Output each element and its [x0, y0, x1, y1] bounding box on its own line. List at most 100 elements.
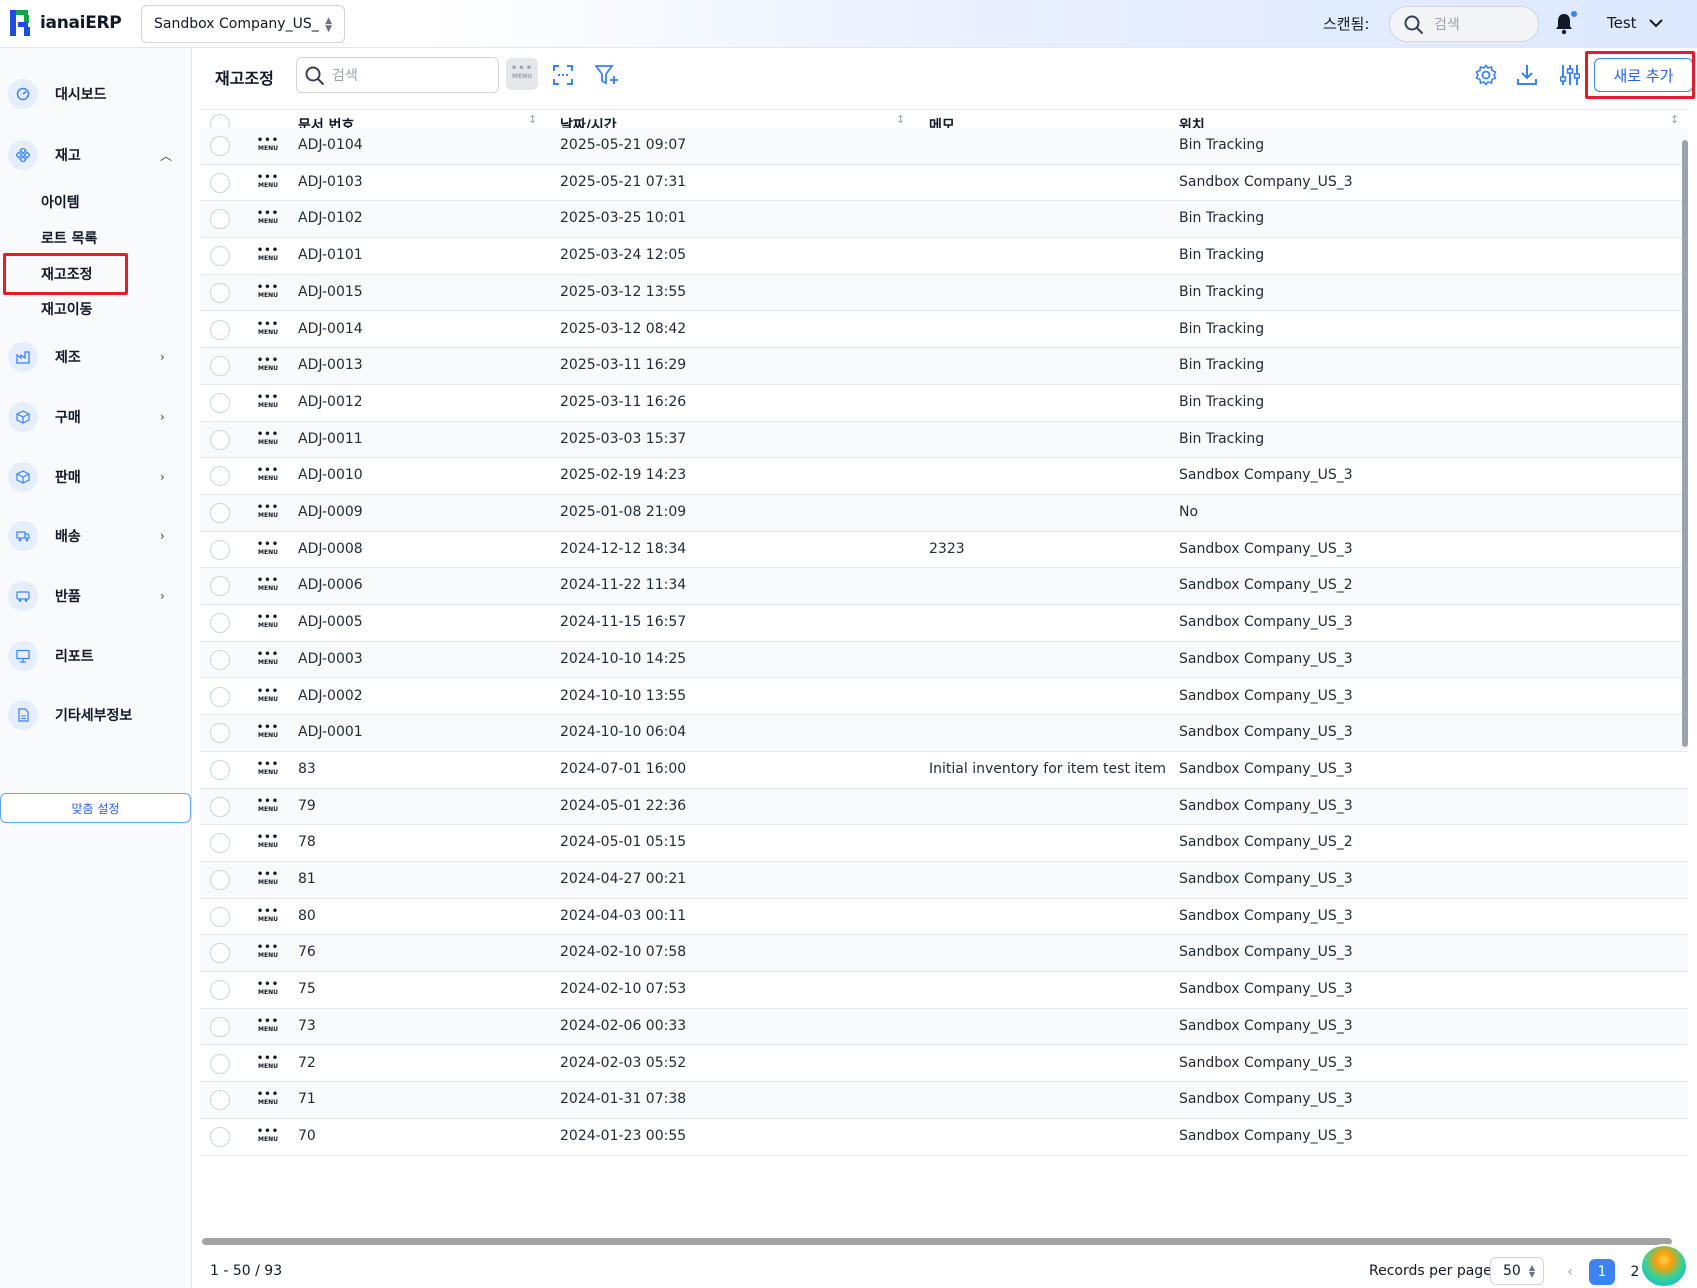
row-checkbox[interactable]	[210, 576, 230, 597]
table-row[interactable]: ••• MENU ADJ-0001 2024-10-10 06:04 Sandbox C…	[200, 715, 1688, 752]
cell-doc-number[interactable]: 70	[298, 1128, 316, 1144]
cell-doc-number[interactable]: ADJ-0011	[298, 431, 363, 447]
row-checkbox[interactable]	[210, 466, 230, 487]
table-row[interactable]: ••• MENU ADJ-0014 2025-03-12 08:42 Bin Track…	[200, 312, 1688, 349]
table-row[interactable]: ••• MENU ADJ-0015 2025-03-12 13:55 Bin Track…	[200, 274, 1688, 312]
sliders-icon[interactable]	[1560, 64, 1580, 86]
row-menu-button[interactable]: ••• MENU	[256, 172, 280, 194]
search-menu-button[interactable]: ••• MENU	[506, 58, 538, 90]
scan-icon[interactable]	[553, 65, 573, 85]
cell-doc-number[interactable]: ADJ-0009	[298, 504, 363, 520]
row-menu-button[interactable]: ••• MENU	[256, 319, 280, 341]
row-checkbox[interactable]	[210, 172, 230, 193]
sidebar-item-purchasing[interactable]: 구매 ›	[0, 397, 192, 437]
table-row[interactable]: ••• MENU ADJ-0010 2025-02-19 14:23 Sandbox C…	[200, 458, 1688, 495]
table-row[interactable]: ••• MENU ADJ-0003 2024-10-10 14:25 Sandbox C…	[200, 641, 1688, 679]
cell-doc-number[interactable]: ADJ-0002	[298, 688, 363, 704]
table-row[interactable]: ••• MENU 70 2024-01-23 00:55 Sandbox Company…	[200, 1119, 1688, 1156]
user-name[interactable]: Test	[1607, 14, 1637, 32]
row-checkbox[interactable]	[210, 209, 230, 230]
gear-icon[interactable]	[1475, 64, 1497, 86]
row-menu-button[interactable]: ••• MENU	[256, 503, 280, 524]
row-menu-button[interactable]: ••• MENU	[256, 686, 280, 708]
row-checkbox[interactable]	[210, 429, 230, 450]
table-row[interactable]: ••• MENU 78 2024-05-01 05:15 Sandbox Company…	[200, 825, 1688, 862]
table-row[interactable]: ••• MENU 80 2024-04-03 00:11 Sandbox Company…	[200, 899, 1688, 936]
cell-doc-number[interactable]: 71	[298, 1091, 316, 1107]
list-search-input[interactable]: 검색	[296, 57, 499, 93]
row-checkbox[interactable]	[210, 870, 230, 890]
table-row[interactable]: ••• MENU 72 2024-02-03 05:52 Sandbox Company…	[200, 1046, 1688, 1083]
cell-doc-number[interactable]: ADJ-0101	[298, 247, 363, 263]
cell-doc-number[interactable]: 78	[298, 834, 316, 850]
row-menu-button[interactable]: ••• MENU	[256, 1053, 280, 1075]
row-menu-button[interactable]: ••• MENU	[256, 209, 280, 230]
cell-doc-number[interactable]: ADJ-0006	[298, 577, 363, 593]
table-row[interactable]: ••• MENU ADJ-0008 2024-12-12 18:34 2323 Sandb…	[200, 532, 1688, 569]
cell-doc-number[interactable]: 72	[298, 1055, 316, 1071]
cell-doc-number[interactable]: 75	[298, 981, 316, 997]
table-row[interactable]: ••• MENU 81 2024-04-27 00:21 Sandbox Company…	[200, 862, 1688, 899]
row-checkbox[interactable]	[210, 1016, 230, 1037]
table-row[interactable]: ••• MENU ADJ-0009 2025-01-08 21:09 No	[200, 495, 1688, 532]
cell-doc-number[interactable]: 81	[298, 871, 316, 887]
row-checkbox[interactable]	[210, 539, 230, 560]
cell-doc-number[interactable]: 76	[298, 944, 316, 960]
page-button-current[interactable]: 1	[1589, 1259, 1615, 1285]
cell-doc-number[interactable]: ADJ-0005	[298, 614, 363, 630]
row-menu-button[interactable]: ••• MENU	[256, 796, 280, 818]
sidebar-subitem-lots[interactable]: 로트 목록	[41, 228, 97, 248]
table-row[interactable]: ••• MENU 71 2024-01-31 07:38 Sandbox Company…	[200, 1082, 1688, 1119]
cell-doc-number[interactable]: ADJ-0003	[298, 651, 363, 667]
row-menu-button[interactable]: ••• MENU	[256, 1016, 280, 1038]
row-menu-button[interactable]: ••• MENU	[256, 759, 280, 781]
row-menu-button[interactable]: ••• MENU	[256, 613, 280, 634]
row-menu-button[interactable]: ••• MENU	[256, 356, 280, 377]
row-menu-button[interactable]: ••• MENU	[256, 246, 280, 267]
row-checkbox[interactable]	[210, 686, 230, 707]
table-row[interactable]: ••• MENU 79 2024-05-01 22:36 Sandbox Company…	[200, 788, 1688, 826]
table-row[interactable]: ••• MENU 75 2024-02-10 07:53 Sandbox Company…	[200, 972, 1688, 1009]
download-icon[interactable]	[1517, 64, 1537, 86]
row-checkbox[interactable]	[210, 759, 230, 780]
global-search-input[interactable]: 검색	[1389, 6, 1539, 42]
row-checkbox[interactable]	[210, 833, 230, 854]
row-checkbox[interactable]	[210, 980, 230, 1001]
assistant-avatar[interactable]	[1640, 1244, 1688, 1288]
row-checkbox[interactable]	[210, 613, 230, 634]
company-select[interactable]: Sandbox Company_US_ ▲ ▼	[141, 5, 345, 43]
table-row[interactable]: ••• MENU ADJ-0011 2025-03-03 15:37 Bin Track…	[200, 421, 1688, 459]
row-menu-button[interactable]: ••• MENU	[256, 906, 280, 928]
row-checkbox[interactable]	[210, 136, 230, 156]
custom-settings-button[interactable]: 맞춤 설정	[0, 793, 191, 823]
sidebar-item-shipping[interactable]: 배송 ›	[0, 516, 192, 556]
cell-doc-number[interactable]: ADJ-0015	[298, 284, 363, 300]
row-menu-button[interactable]: ••• MENU	[256, 943, 280, 964]
sort-icon[interactable]: ↕	[1670, 114, 1679, 125]
row-menu-button[interactable]: ••• MENU	[256, 576, 280, 597]
cell-doc-number[interactable]: ADJ-0104	[298, 137, 363, 153]
table-row[interactable]: ••• MENU ADJ-0005 2024-11-15 16:57 Sandbox C…	[200, 605, 1688, 642]
row-menu-button[interactable]: ••• MENU	[256, 466, 280, 487]
filter-add-icon[interactable]	[595, 64, 619, 86]
row-menu-button[interactable]: ••• MENU	[256, 429, 280, 451]
sidebar-item-other-details[interactable]: 기타세부정보	[0, 695, 192, 735]
row-checkbox[interactable]	[210, 282, 230, 303]
sort-icon[interactable]: ↕	[896, 114, 905, 125]
row-checkbox[interactable]	[210, 796, 230, 817]
row-checkbox[interactable]	[210, 1090, 230, 1111]
table-row[interactable]: ••• MENU ADJ-0102 2025-03-25 10:01 Bin Track…	[200, 201, 1688, 239]
row-checkbox[interactable]	[210, 649, 230, 670]
sidebar-item-inventory[interactable]: 재고 ︿	[0, 135, 192, 175]
row-checkbox[interactable]	[210, 319, 230, 340]
cell-doc-number[interactable]: 73	[298, 1018, 316, 1034]
cell-doc-number[interactable]: ADJ-0008	[298, 541, 363, 557]
sidebar-item-returns[interactable]: 반품 ›	[0, 576, 192, 616]
row-menu-button[interactable]: ••• MENU	[256, 980, 280, 1001]
row-menu-button[interactable]: ••• MENU	[256, 136, 280, 157]
table-row[interactable]: ••• MENU ADJ-0104 2025-05-21 09:07 Bin Track…	[200, 128, 1688, 165]
sidebar-item-sales[interactable]: 판매 ›	[0, 457, 192, 497]
table-row[interactable]: ••• MENU ADJ-0103 2025-05-21 07:31 Sandbox C…	[200, 165, 1688, 202]
row-checkbox[interactable]	[210, 1053, 230, 1074]
records-per-page-select[interactable]: 50 ▲ ▼	[1490, 1257, 1544, 1285]
